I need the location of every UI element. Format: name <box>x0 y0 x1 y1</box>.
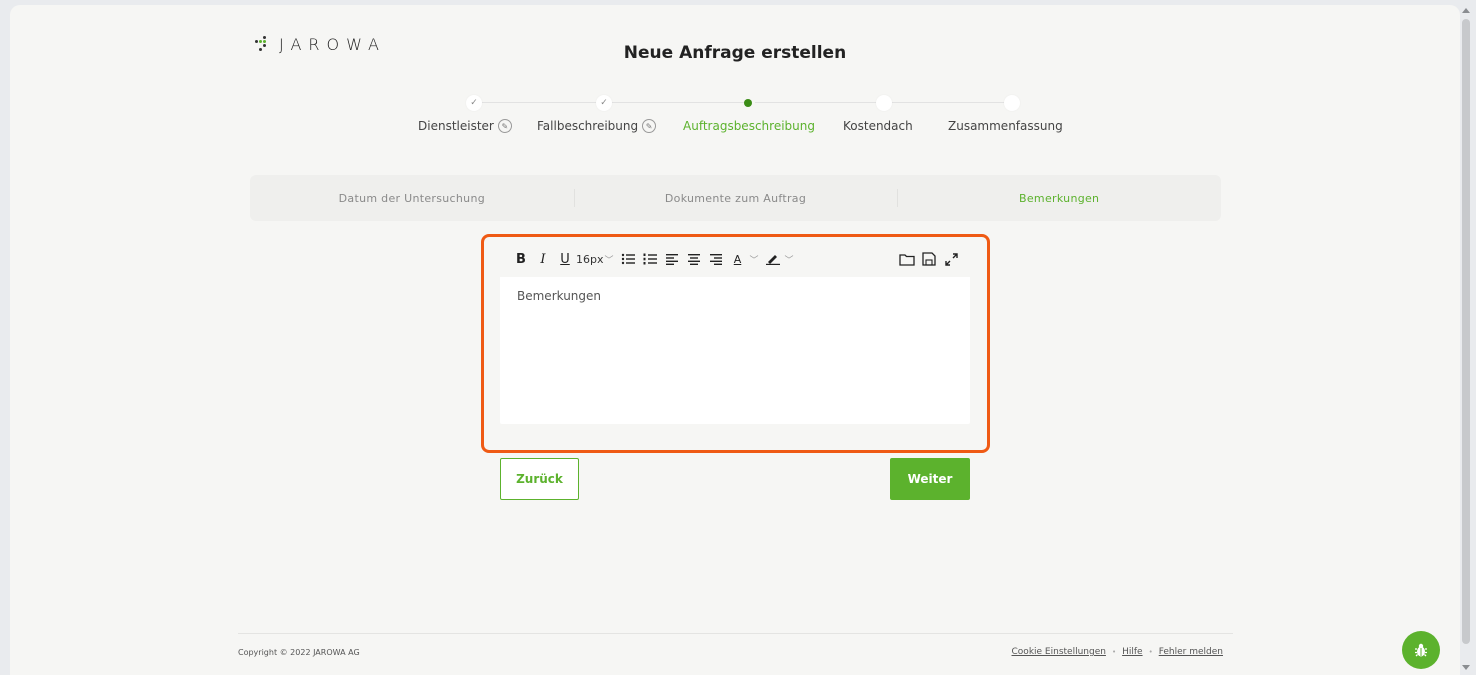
active-step-dot-icon <box>740 95 756 111</box>
report-bug-link[interactable]: Fehler melden <box>1159 647 1223 657</box>
font-size-select[interactable]: 16px ﹀ <box>576 249 617 269</box>
pending-step-dot-icon <box>876 95 892 111</box>
step-label: Dienstleister <box>418 119 494 133</box>
bug-icon <box>1415 643 1427 657</box>
highlight-color-icon[interactable] <box>762 249 784 269</box>
open-folder-icon[interactable] <box>896 249 918 269</box>
save-icon[interactable] <box>918 249 940 269</box>
step-label: Kostendach <box>843 119 913 133</box>
check-icon: ✓ <box>596 95 612 111</box>
text-color-icon[interactable]: A <box>727 249 749 269</box>
editor-placeholder: Bemerkungen <box>517 289 602 303</box>
edit-pencil-icon[interactable]: ✎ <box>497 119 512 133</box>
footer-divider <box>238 633 1233 634</box>
bullet-list-icon[interactable] <box>617 249 639 269</box>
align-center-icon[interactable] <box>683 249 705 269</box>
step-label: Zusammenfassung <box>948 119 1063 133</box>
scroll-up-icon[interactable] <box>1462 8 1470 13</box>
pending-step-dot-icon <box>1004 95 1020 111</box>
fullscreen-icon[interactable] <box>940 249 962 269</box>
progress-stepper: ✓ Dienstleister ✎ ✓ Fallbeschreibung ✎ A… <box>410 89 1070 139</box>
separator-dot: • <box>1111 648 1117 656</box>
tab-bemerkungen[interactable]: Bemerkungen <box>897 175 1221 221</box>
footer-links: Cookie Einstellungen • Hilfe • Fehler me… <box>1012 647 1223 657</box>
separator-dot: • <box>1148 648 1153 656</box>
next-button[interactable]: Weiter <box>890 458 970 500</box>
font-size-value: 16px <box>576 252 604 266</box>
numbered-list-icon[interactable] <box>639 249 661 269</box>
scroll-down-icon[interactable] <box>1462 665 1470 670</box>
help-link[interactable]: Hilfe <box>1122 647 1142 657</box>
bold-icon[interactable]: B <box>510 249 532 269</box>
copyright-text: Copyright © 2022 JAROWA AG <box>238 648 360 657</box>
app-window: JAROWA Neue Anfrage erstellen ✓ Dienstle… <box>10 5 1460 675</box>
section-tabs: Datum der Untersuchung Dokumente zum Auf… <box>250 175 1221 221</box>
italic-icon[interactable]: I <box>532 249 554 269</box>
tab-datum-der-untersuchung[interactable]: Datum der Untersuchung <box>250 175 574 221</box>
align-right-icon[interactable] <box>705 249 727 269</box>
editor-content-area[interactable]: Bemerkungen <box>500 277 970 315</box>
back-button[interactable]: Zurück <box>500 458 579 500</box>
step-label: Auftragsbeschreibung <box>683 119 815 133</box>
step-label: Fallbeschreibung <box>537 119 639 133</box>
align-left-icon[interactable] <box>661 249 683 269</box>
cookie-settings-link[interactable]: Cookie Einstellungen <box>1012 647 1106 657</box>
rich-text-editor: B I U 16px ﹀ A ﹀ ﹀ Bemerkungen <box>500 241 970 424</box>
edit-pencil-icon[interactable]: ✎ <box>642 119 657 133</box>
vertical-scrollbar[interactable] <box>1460 5 1470 675</box>
check-icon: ✓ <box>466 95 482 111</box>
page-title: Neue Anfrage erstellen <box>623 43 847 63</box>
tab-dokumente-zum-auftrag[interactable]: Dokumente zum Auftrag <box>573 175 898 221</box>
scrollbar-thumb[interactable] <box>1462 19 1470 644</box>
underline-icon[interactable]: U <box>554 249 576 269</box>
editor-toolbar: B I U 16px ﹀ A ﹀ ﹀ <box>500 241 970 277</box>
bug-report-button[interactable] <box>1402 631 1440 669</box>
